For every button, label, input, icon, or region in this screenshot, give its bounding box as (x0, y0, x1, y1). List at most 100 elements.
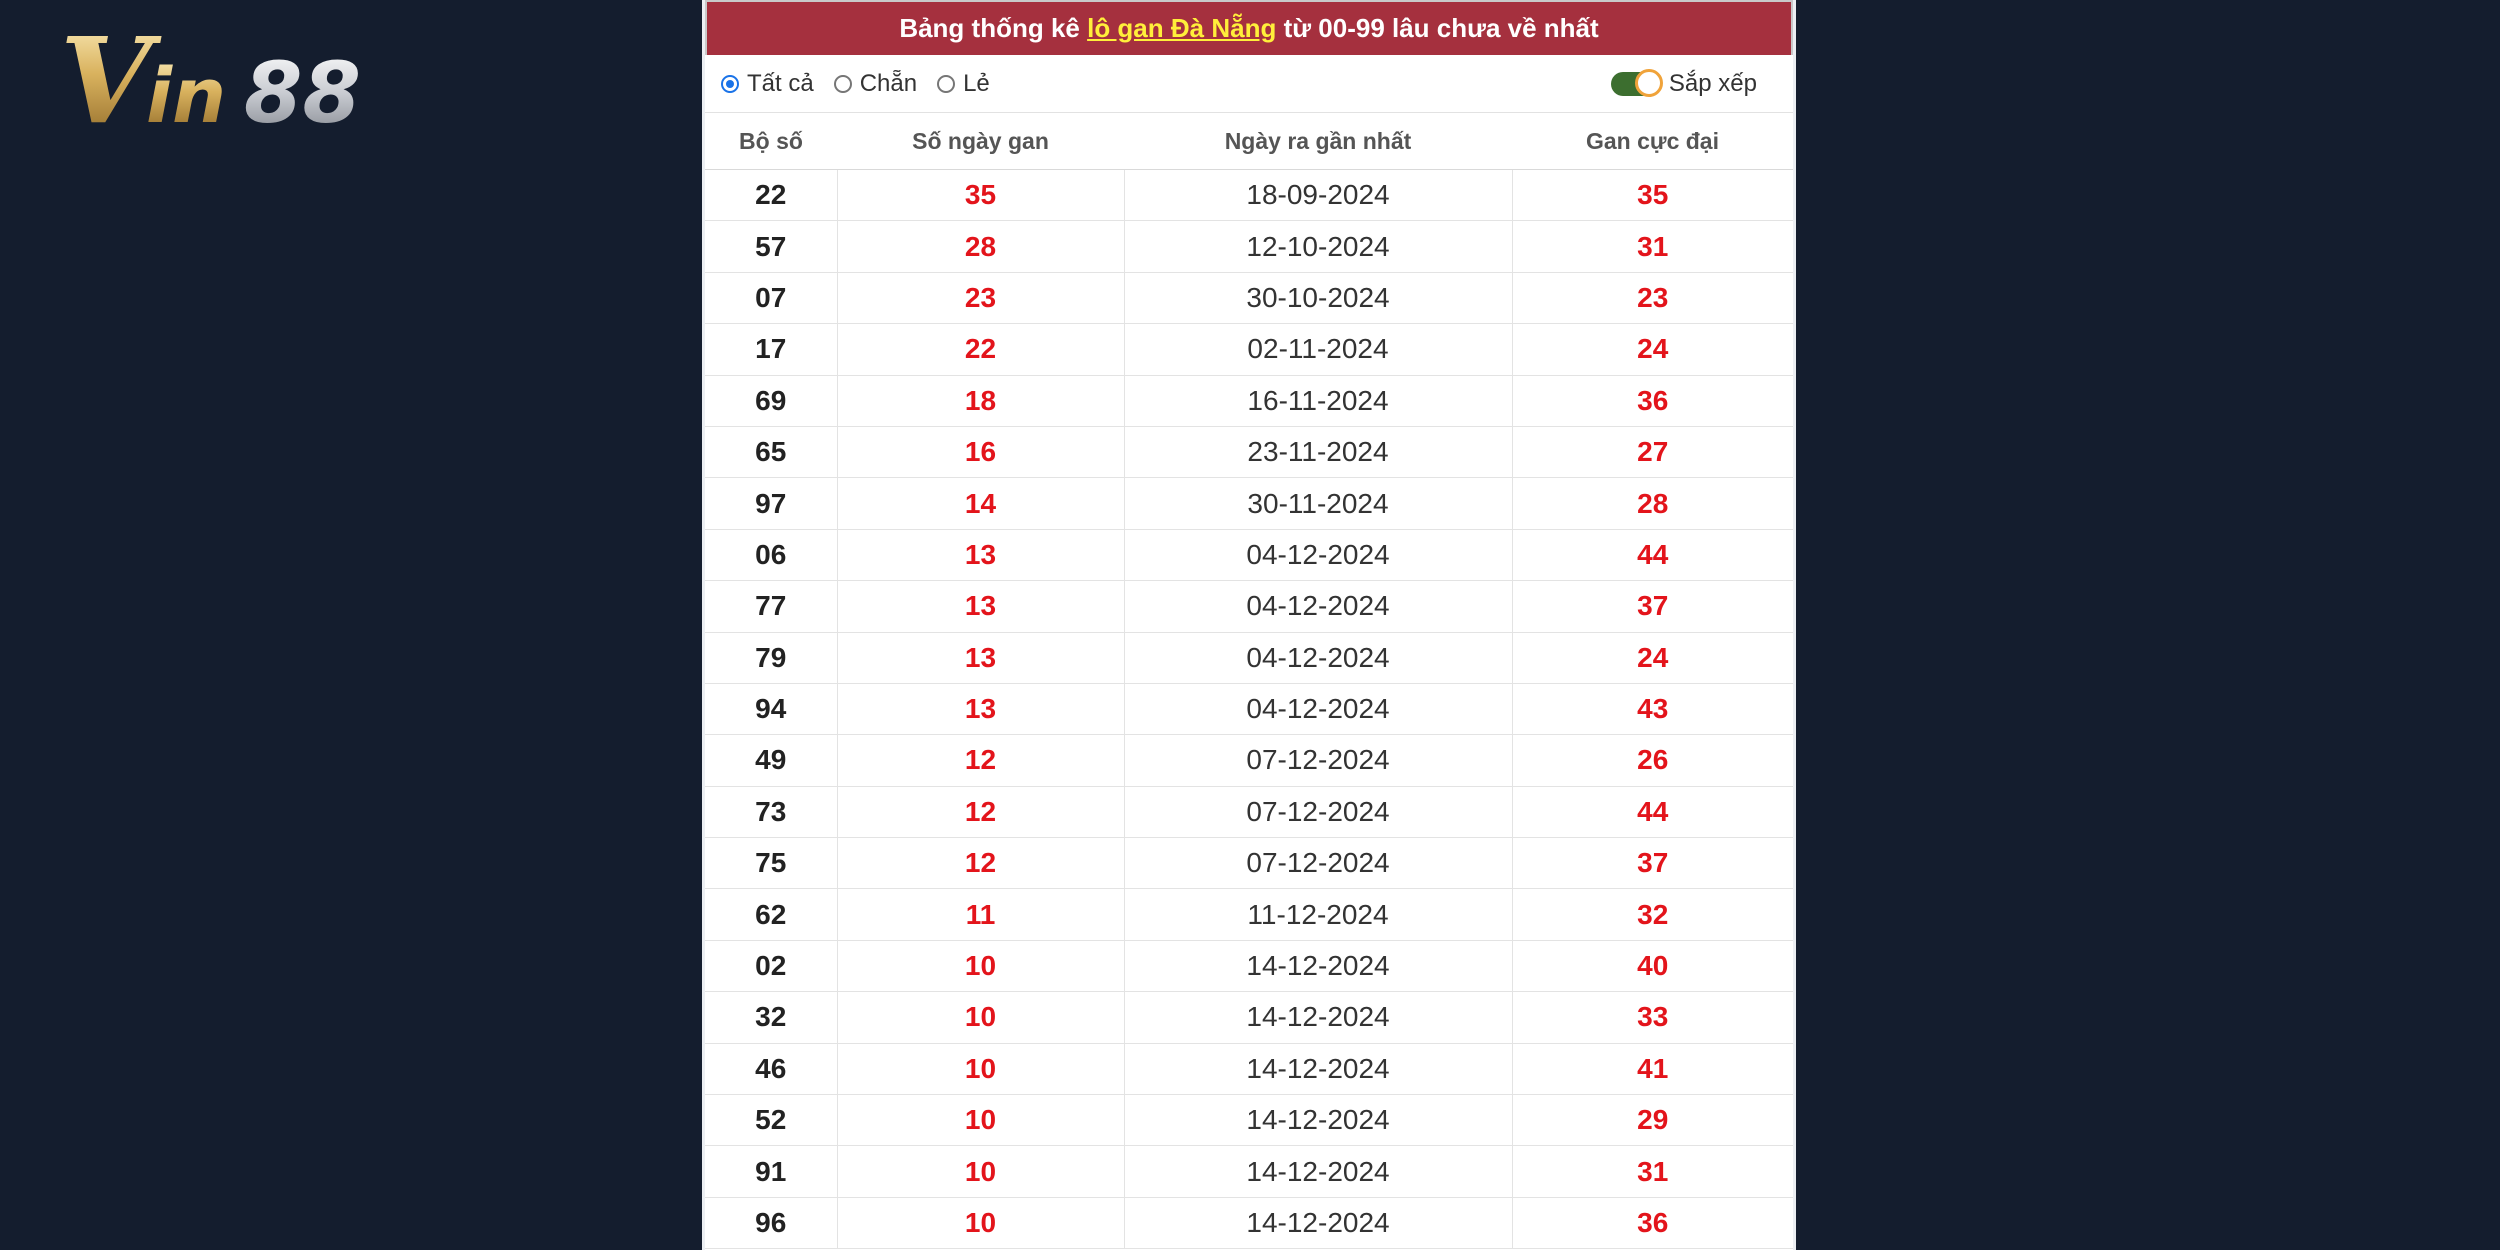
cell-ngay-ra: 16-11-2024 (1124, 375, 1513, 427)
cell-so-ngay-gan: 11 (837, 888, 1125, 941)
table-row: 97 14 30-11-2024 28 (705, 477, 1793, 530)
cell-ngay-ra: 14-12-2024 (1124, 991, 1513, 1044)
cell-gan-cuc-dai: 24 (1512, 323, 1793, 376)
cell-so-ngay-gan: 12 (837, 837, 1125, 890)
cell-so-ngay-gan: 10 (837, 1043, 1125, 1096)
table-row: 75 12 07-12-2024 37 (705, 837, 1793, 890)
cell-gan-cuc-dai: 37 (1512, 837, 1793, 890)
cell-so-ngay-gan: 14 (837, 477, 1125, 530)
table-row: 22 35 18-09-2024 35 (705, 169, 1793, 222)
cell-so-ngay-gan: 10 (837, 1094, 1125, 1147)
table-row: 65 16 23-11-2024 27 (705, 426, 1793, 479)
table-row: 49 12 07-12-2024 26 (705, 734, 1793, 787)
cell-ngay-ra: 04-12-2024 (1124, 632, 1513, 684)
cell-bo-so: 46 (705, 1043, 838, 1096)
cell-so-ngay-gan: 28 (837, 220, 1125, 273)
table-row: 02 10 14-12-2024 40 (705, 940, 1793, 993)
sort-toggle[interactable]: Sắp xếp (1610, 68, 1757, 98)
svg-text:88: 88 (244, 44, 361, 134)
cell-ngay-ra: 23-11-2024 (1124, 426, 1513, 479)
table-row: 77 13 04-12-2024 37 (705, 580, 1793, 633)
table-row: 17 22 02-11-2024 24 (705, 323, 1793, 376)
cell-so-ngay-gan: 13 (837, 580, 1125, 633)
cell-so-ngay-gan: 13 (837, 683, 1125, 736)
table-row: 32 10 14-12-2024 33 (705, 991, 1793, 1044)
cell-ngay-ra: 14-12-2024 (1124, 940, 1513, 993)
toggle-knob (1634, 68, 1663, 97)
cell-gan-cuc-dai: 36 (1512, 1197, 1793, 1250)
cell-bo-so: 49 (705, 734, 838, 787)
cell-gan-cuc-dai: 26 (1512, 734, 1793, 787)
table-row: 91 10 14-12-2024 31 (705, 1145, 1793, 1198)
cell-so-ngay-gan: 18 (837, 375, 1125, 427)
cell-ngay-ra: 04-12-2024 (1124, 580, 1513, 633)
cell-gan-cuc-dai: 37 (1512, 580, 1793, 633)
header-gan-cuc-dai: Gan cực đại (1512, 113, 1793, 170)
title-link[interactable]: lô gan Đà Nẵng (1087, 13, 1276, 44)
cell-gan-cuc-dai: 35 (1512, 169, 1793, 222)
cell-so-ngay-gan: 23 (837, 272, 1125, 325)
cell-bo-so: 17 (705, 323, 838, 376)
table-row: 57 28 12-10-2024 31 (705, 220, 1793, 273)
cell-so-ngay-gan: 10 (837, 940, 1125, 993)
cell-bo-so: 75 (705, 837, 838, 890)
title-prefix: Bảng thống kê (899, 13, 1088, 43)
cell-bo-so: 73 (705, 786, 838, 839)
cell-ngay-ra: 14-12-2024 (1124, 1145, 1513, 1198)
table-row: 79 13 04-12-2024 24 (705, 632, 1793, 684)
table-row: 06 13 04-12-2024 44 (705, 529, 1793, 582)
cell-so-ngay-gan: 12 (837, 734, 1125, 787)
cell-so-ngay-gan: 10 (837, 991, 1125, 1044)
table-row: 69 18 16-11-2024 36 (705, 375, 1793, 427)
cell-bo-so: 06 (705, 529, 838, 582)
cell-ngay-ra: 04-12-2024 (1124, 683, 1513, 736)
filter-label-even: Chẵn (859, 69, 918, 97)
toggle-switch-icon[interactable] (1610, 68, 1663, 97)
lo-gan-panel: Bảng thống kê lô gan Đà Nẵng từ 00-99 lâ… (702, 0, 1796, 1250)
filter-label-all: Tất cả (747, 69, 814, 97)
table-row: 07 23 30-10-2024 23 (705, 272, 1793, 325)
cell-gan-cuc-dai: 41 (1512, 1043, 1793, 1096)
cell-bo-so: 65 (705, 426, 838, 479)
svg-text:in: in (146, 51, 226, 134)
cell-bo-so: 96 (705, 1197, 838, 1250)
cell-so-ngay-gan: 13 (837, 632, 1125, 684)
filter-radio-even[interactable]: Chẵn (833, 69, 918, 98)
cell-ngay-ra: 30-10-2024 (1124, 272, 1513, 325)
table-title: Bảng thống kê lô gan Đà Nẵng từ 00-99 lâ… (705, 0, 1793, 55)
cell-gan-cuc-dai: 36 (1512, 375, 1793, 427)
table-row: 52 10 14-12-2024 29 (705, 1094, 1793, 1147)
cell-bo-so: 77 (705, 580, 838, 633)
header-bo-so: Bộ số (705, 113, 837, 170)
cell-gan-cuc-dai: 44 (1512, 786, 1793, 839)
cell-so-ngay-gan: 10 (837, 1145, 1125, 1198)
cell-ngay-ra: 07-12-2024 (1124, 734, 1513, 787)
cell-gan-cuc-dai: 40 (1512, 940, 1793, 993)
header-so-ngay-gan: Số ngày gan (837, 113, 1124, 170)
cell-bo-so: 97 (705, 477, 838, 530)
table-row: 73 12 07-12-2024 44 (705, 786, 1793, 839)
radio-unchecked-icon[interactable] (937, 74, 956, 93)
filter-bar: Tất cả Chẵn Lẻ Sắp xếp (705, 55, 1793, 113)
radio-unchecked-icon[interactable] (833, 74, 852, 93)
cell-bo-so: 62 (705, 888, 838, 941)
table-row: 62 11 11-12-2024 32 (705, 888, 1793, 941)
cell-bo-so: 79 (705, 632, 838, 684)
cell-bo-so: 07 (705, 272, 838, 325)
header-ngay-ra-gan-nhat: Ngày ra gần nhất (1124, 113, 1512, 170)
cell-bo-so: 94 (705, 683, 838, 736)
sort-label: Sắp xếp (1668, 69, 1757, 97)
cell-gan-cuc-dai: 29 (1512, 1094, 1793, 1147)
cell-gan-cuc-dai: 27 (1512, 426, 1793, 479)
table-row: 94 13 04-12-2024 43 (705, 683, 1793, 736)
cell-gan-cuc-dai: 31 (1512, 220, 1793, 273)
filter-radio-odd[interactable]: Lẻ (937, 70, 990, 98)
filter-radio-all[interactable]: Tất cả (721, 70, 814, 98)
cell-bo-so: 69 (705, 375, 838, 427)
cell-ngay-ra: 12-10-2024 (1124, 220, 1513, 273)
lo-gan-table: Bộ số Số ngày gan Ngày ra gần nhất Gan c… (705, 113, 1793, 1250)
cell-bo-so: 22 (705, 169, 838, 222)
radio-checked-icon[interactable] (721, 74, 739, 93)
cell-so-ngay-gan: 16 (837, 426, 1125, 479)
cell-bo-so: 02 (705, 940, 838, 993)
